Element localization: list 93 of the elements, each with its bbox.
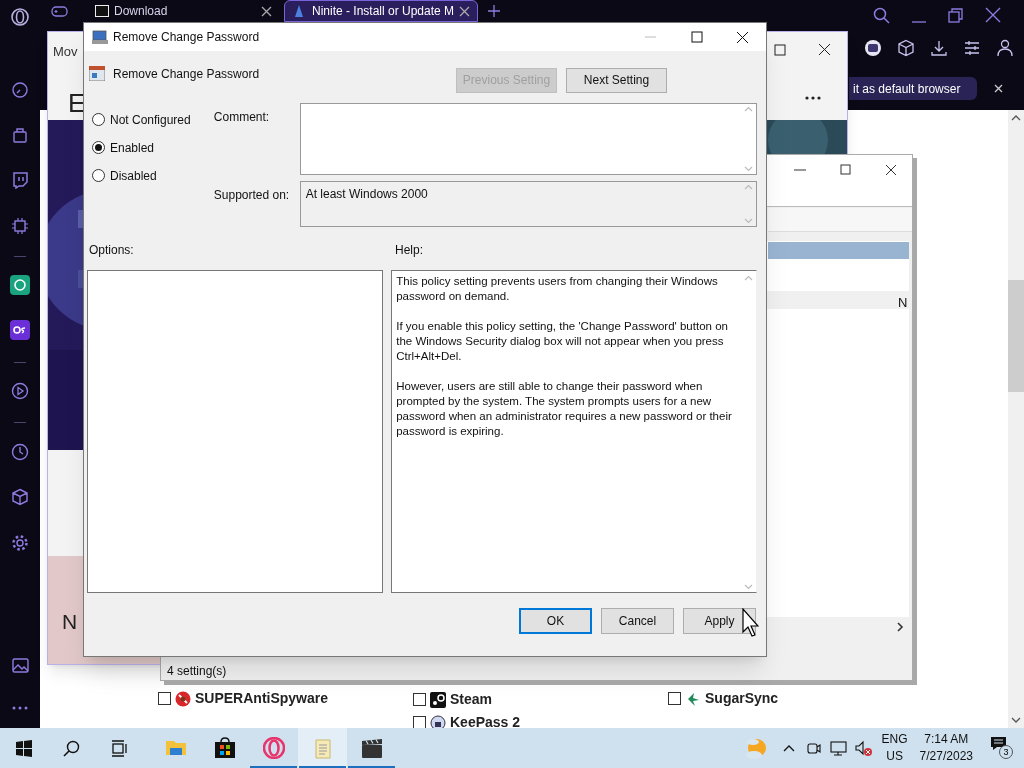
mouse-cursor-icon: [742, 608, 759, 638]
cube-icon[interactable]: [11, 488, 29, 506]
gamepad-icon[interactable]: [51, 4, 68, 18]
account-icon[interactable]: [996, 39, 1014, 57]
language-indicator[interactable]: ENG US: [881, 731, 908, 765]
message-icon: [990, 736, 1007, 751]
app-name: SugarSync: [705, 689, 779, 708]
download-icon[interactable]: [930, 39, 948, 57]
help-paragraph: However, users are still able to change their password when prompted by the system. The system prompts users for a new password when an administrator requires a new password or their password is expiring.: [396, 379, 733, 439]
more-icon[interactable]: [805, 96, 821, 100]
help-paragraph: If you enable this policy setting, the 'Change Password' button on the Windows Security dialog box will not appear when you press Ctrl+Alt+Del.: [396, 319, 729, 364]
nav-button[interactable]: Next Setting: [566, 67, 667, 93]
maximize-icon[interactable]: [840, 164, 851, 175]
radio-option[interactable]: Enabled: [92, 140, 214, 155]
policy-setting-icon: [89, 66, 105, 81]
close-icon[interactable]: [818, 43, 831, 56]
radio-button[interactable]: [92, 113, 105, 126]
clock[interactable]: 7:14 AM 7/27/2023: [919, 731, 973, 765]
opera-logo-icon[interactable]: [10, 7, 30, 27]
status-bar-text: 4 setting(s): [167, 663, 227, 680]
default-browser-banner[interactable]: it as default browser: [849, 77, 977, 100]
page-heading: E: [68, 87, 86, 120]
chat-bubble-icon[interactable]: [11, 171, 29, 189]
opera-browser-icon: [262, 737, 285, 759]
section-label: Help:: [395, 242, 423, 256]
date-text: 7/27/2023: [919, 748, 973, 765]
browser-tab[interactable]: Download: [89, 0, 279, 22]
bag-icon[interactable]: [11, 126, 29, 144]
checkbox[interactable]: [158, 692, 171, 705]
help-paragraph: This policy setting prevents users from changing their Windows password on demand.: [396, 274, 719, 304]
chip-icon[interactable]: [11, 217, 29, 235]
close-icon[interactable]: [985, 6, 1001, 24]
setting-name: Remove Change Password: [113, 66, 260, 83]
scroll-up-icon[interactable]: [1011, 114, 1021, 122]
window-title: Mov: [53, 43, 78, 61]
image-icon[interactable]: [11, 656, 29, 674]
search-icon[interactable]: [873, 6, 890, 24]
app-name: KeePass 2: [450, 713, 521, 732]
cs-app-icon[interactable]: [10, 320, 30, 340]
column-header[interactable]: N: [898, 293, 908, 313]
clock-icon[interactable]: [11, 443, 29, 461]
language-text: ENG: [881, 731, 908, 748]
search-icon[interactable]: [63, 739, 80, 757]
dialog-button[interactable]: Cancel: [601, 608, 674, 634]
app-name: Steam: [450, 690, 493, 709]
store-icon: [213, 737, 236, 759]
scrollbar-thumb[interactable]: [1008, 280, 1024, 392]
window-title: Remove Change Password: [113, 29, 260, 46]
scroll-right-icon[interactable]: [897, 622, 904, 632]
new-tab-icon[interactable]: [488, 5, 500, 17]
browser-tab[interactable]: Ninite - Install or Update M: [284, 0, 478, 22]
play-icon[interactable]: [11, 382, 29, 400]
radio-button[interactable]: [92, 169, 105, 182]
maximize-icon[interactable]: [774, 44, 786, 56]
field-label: Comment:: [213, 109, 270, 126]
archive-app-icon: [95, 5, 109, 17]
checkbox[interactable]: [668, 692, 681, 705]
field-label: Supported on:: [213, 187, 290, 204]
radio-option[interactable]: Not Configured: [92, 112, 214, 127]
speedometer-icon[interactable]: [11, 81, 29, 99]
dialog-button[interactable]: OK: [519, 608, 592, 634]
volume-muted-icon[interactable]: [854, 739, 872, 757]
clapperboard-icon: [360, 737, 383, 759]
windows-start-icon[interactable]: [16, 739, 32, 757]
shield-logo-icon: [175, 690, 191, 707]
network-icon[interactable]: [829, 740, 847, 756]
chevron-up-icon[interactable]: [782, 743, 795, 753]
supported-on-value: At least Windows 2000: [305, 186, 428, 203]
sliders-icon[interactable]: [963, 39, 981, 57]
page-heading: N: [62, 610, 78, 634]
task-view-icon[interactable]: [111, 739, 128, 757]
time-text: 7:14 AM: [924, 731, 969, 748]
checkbox[interactable]: [413, 693, 426, 706]
more-icon[interactable]: [11, 705, 29, 711]
computer-icon: [92, 29, 108, 45]
settings-icon[interactable]: [11, 534, 29, 552]
close-icon[interactable]: [885, 164, 897, 176]
notification-button[interactable]: 3: [990, 736, 1014, 760]
region-text: US: [886, 748, 903, 765]
notification-count: 3: [999, 745, 1013, 759]
close-icon[interactable]: [458, 4, 471, 18]
restore-icon[interactable]: [948, 6, 963, 24]
close-icon[interactable]: [260, 4, 273, 18]
close-icon[interactable]: [736, 30, 749, 44]
app-name: SUPERAntiSpyware: [195, 689, 329, 708]
radio-option[interactable]: Disabled: [92, 168, 214, 183]
cube-icon[interactable]: [897, 39, 915, 57]
chat-assistant-icon[interactable]: [10, 275, 30, 295]
maximize-icon[interactable]: [691, 31, 703, 43]
radio-button[interactable]: [92, 141, 105, 154]
ai-assistant-icon[interactable]: [864, 39, 882, 57]
scroll-down-icon[interactable]: [1011, 716, 1021, 724]
section-label: Options:: [89, 243, 134, 257]
